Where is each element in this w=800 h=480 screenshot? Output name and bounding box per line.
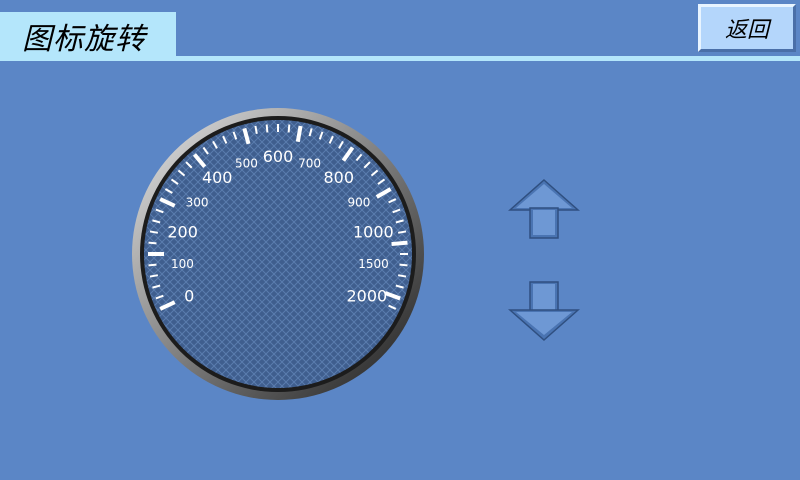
gauge-label: 0 [184, 286, 194, 305]
gauge-label: 500 [235, 156, 258, 170]
gauge-minor-tick [397, 230, 407, 234]
gauge-label: 700 [298, 156, 321, 170]
gauge-major-tick [391, 240, 408, 247]
arrow-up-button[interactable] [508, 178, 580, 242]
gauge-label: 600 [263, 147, 294, 166]
page-title: 图标旋转 [22, 22, 146, 57]
gauge-label: 900 [348, 195, 371, 209]
gauge-minor-tick [399, 263, 408, 267]
gauge-label: 800 [324, 168, 355, 187]
gauge-label: 200 [167, 222, 198, 241]
gauge-minor-tick [397, 274, 407, 278]
gauge-minor-tick [148, 263, 157, 267]
gauge-minor-tick [149, 230, 159, 234]
back-button-label: 返回 [724, 18, 769, 43]
arrow-down-icon [508, 281, 580, 342]
gauge-minor-tick [287, 124, 291, 133]
gauge-minor-tick [265, 124, 269, 133]
gauge-label: 400 [202, 168, 233, 187]
gauge-label: 2000 [346, 286, 387, 305]
gauge-minor-tick [149, 274, 159, 278]
back-button[interactable]: 返回 [698, 4, 796, 52]
gauge-major-tick [295, 125, 303, 143]
gauge-minor-tick [148, 241, 157, 245]
gauge-label: 100 [171, 257, 194, 271]
speedometer-gauge: 0 100 200 300 400500 600 700800 900 1000 1500 2000 [132, 108, 424, 400]
gauge-minor-tick [254, 125, 258, 135]
arrow-up-icon [508, 178, 580, 239]
gauge-label: 1500 [358, 257, 389, 271]
arrow-down-button[interactable] [508, 278, 580, 342]
gauge-label: 300 [186, 195, 209, 209]
gauge-label: 1000 [353, 222, 394, 241]
